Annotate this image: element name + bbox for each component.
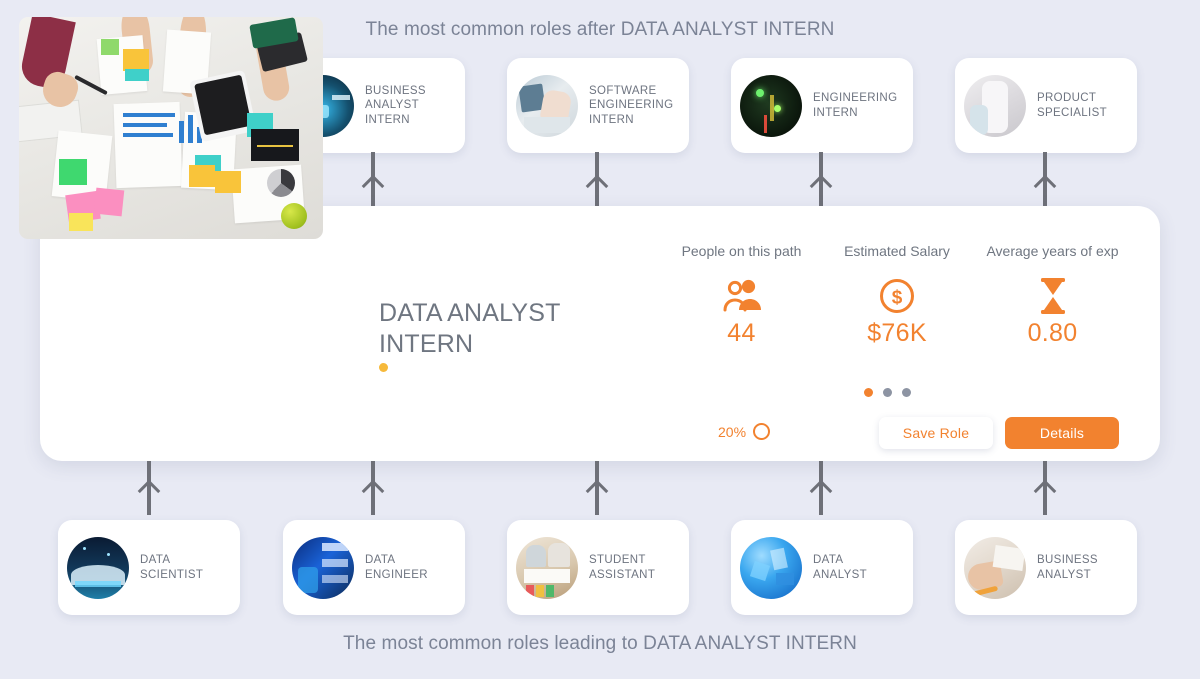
next-role-card-5[interactable]: PRODUCT SPECIALIST (955, 58, 1137, 153)
previous-roles-caption: The most common roles leading to DATA AN… (343, 633, 857, 654)
data-scientist-avatar (67, 536, 129, 599)
prev-role-label-5: BUSINESS ANALYST (1037, 554, 1098, 581)
progress-ring-icon (753, 423, 771, 440)
connector-arrow-from-prev-1 (147, 461, 151, 515)
prev-role-card-2[interactable]: DATA ENGINEER (283, 520, 465, 615)
hourglass-icon (971, 276, 1134, 316)
next-role-card-3[interactable]: SOFTWARE ENGINEERING INTERN (507, 58, 689, 153)
metric-exp-label: Average years of exp (986, 243, 1119, 259)
metric-estimated-salary: Estimated Salary $ $76K (823, 243, 971, 348)
connector-arrow-up-5 (1043, 152, 1047, 206)
details-button[interactable]: Details (1005, 417, 1119, 449)
metric-exp-value: 0.80 (1027, 319, 1078, 347)
metric-salary-value: $76K (867, 319, 927, 347)
prev-role-label-4: DATA ANALYST (813, 554, 868, 581)
next-role-label-3: SOFTWARE ENGINEERING INTERN (589, 84, 674, 126)
carousel-pagination[interactable] (864, 388, 911, 397)
data-engineer-avatar (292, 536, 354, 599)
prev-role-card-1[interactable]: DATA SCIENTIST (58, 520, 240, 615)
pagination-dot-1[interactable] (864, 388, 873, 397)
prev-role-label-1: DATA SCIENTIST (140, 554, 204, 581)
next-role-card-4[interactable]: ENGINEERING INTERN (731, 58, 913, 153)
dollar-circle-icon: $ (823, 276, 971, 316)
pagination-dot-3[interactable] (902, 388, 911, 397)
metric-people-on-path: People on this path 44 (660, 243, 823, 348)
engineering-intern-avatar (740, 74, 802, 137)
next-role-label-2: BUSINESS ANALYST INTERN (365, 84, 426, 126)
save-role-button[interactable]: Save Role (879, 417, 993, 449)
product-specialist-avatar (964, 74, 1026, 137)
connector-arrow-from-prev-4 (819, 461, 823, 515)
prev-role-card-5[interactable]: BUSINESS ANALYST (955, 520, 1137, 615)
connector-arrow-from-prev-3 (595, 461, 599, 515)
next-role-label-5: PRODUCT SPECIALIST (1037, 92, 1107, 119)
pagination-dot-2[interactable] (883, 388, 892, 397)
business-analyst-avatar (964, 536, 1026, 599)
student-assistant-avatar (516, 536, 578, 599)
connector-arrow-up-3 (595, 152, 599, 206)
metric-salary-label: Estimated Salary (844, 243, 950, 259)
prev-role-card-3[interactable]: STUDENT ASSISTANT (507, 520, 689, 615)
data-analyst-avatar-2 (740, 536, 802, 599)
match-progress-label: 20% (718, 423, 747, 440)
prev-role-card-4[interactable]: DATA ANALYST (731, 520, 913, 615)
metric-average-years-exp: Average years of exp 0.80 (971, 243, 1134, 348)
svg-text:$: $ (892, 288, 903, 309)
current-role-status-dot (379, 363, 388, 372)
prev-role-label-3: STUDENT ASSISTANT (589, 554, 656, 581)
connector-arrow-from-prev-2 (371, 461, 375, 515)
career-path-view: The most common roles after DATA ANALYST… (0, 0, 1200, 679)
current-role-title: DATA ANALYST INTERN (379, 299, 561, 358)
team-working-at-desk-photo (19, 17, 323, 239)
connector-arrow-from-prev-5 (1043, 461, 1047, 515)
next-role-label-4: ENGINEERING INTERN (813, 92, 898, 119)
people-icon (660, 276, 823, 316)
software-engineering-intern-avatar (516, 74, 578, 137)
prev-role-label-2: DATA ENGINEER (365, 554, 428, 581)
match-progress: 20% (718, 423, 771, 440)
connector-arrow-up-2 (371, 152, 375, 206)
metric-people-value: 44 (727, 319, 756, 347)
connector-arrow-up-4 (819, 152, 823, 206)
metric-people-label: People on this path (681, 243, 802, 259)
